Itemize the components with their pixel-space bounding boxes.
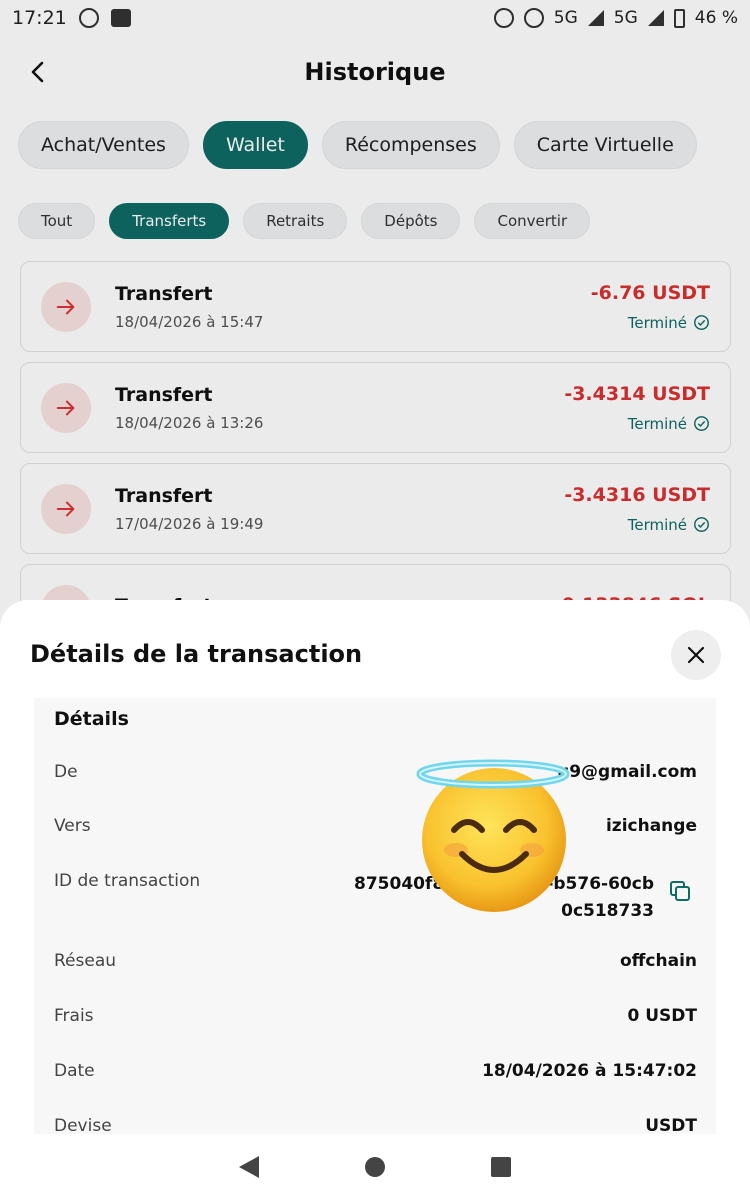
network-label: Réseau [54,951,117,971]
detail-row-fees: Frais 0 USDT [54,1006,697,1026]
close-icon [687,646,705,664]
sheet-title: Détails de la transaction [30,640,363,668]
system-nav-bar [0,1134,750,1200]
close-button[interactable] [671,630,721,680]
smiling-halo-emoji-icon [416,759,570,912]
date-label: Date [54,1061,95,1081]
detail-row-currency: Devise USDT [54,1116,697,1134]
from-label: De [54,762,78,782]
nav-recents-icon[interactable] [491,1157,511,1177]
detail-row-to: Vers izichange [54,816,697,836]
detail-row-from: De u9@gmail.com [54,762,697,782]
details-panel: Détails De u9@gmail.com Vers izichange I… [34,698,716,1134]
details-heading: Détails [54,708,129,730]
fees-value: 0 USDT [627,1006,697,1026]
fees-label: Frais [54,1006,94,1026]
nav-home-icon[interactable] [365,1157,385,1177]
date-value: 18/04/2026 à 15:47:02 [482,1061,697,1081]
to-value: izichange [605,816,697,836]
currency-value: USDT [645,1116,697,1134]
currency-label: Devise [54,1116,112,1134]
detail-row-network: Réseau offchain [54,951,697,971]
transaction-id-label: ID de transaction [54,871,201,891]
nav-back-icon[interactable] [239,1156,259,1178]
to-label: Vers [54,816,91,836]
network-value: offchain [619,951,697,971]
copy-icon[interactable] [668,879,692,903]
from-value: u9@gmail.com [557,762,697,782]
detail-row-date: Date 18/04/2026 à 15:47:02 [54,1061,697,1081]
transaction-details-sheet: Détails de la transaction Détails De u9@… [0,600,750,1200]
